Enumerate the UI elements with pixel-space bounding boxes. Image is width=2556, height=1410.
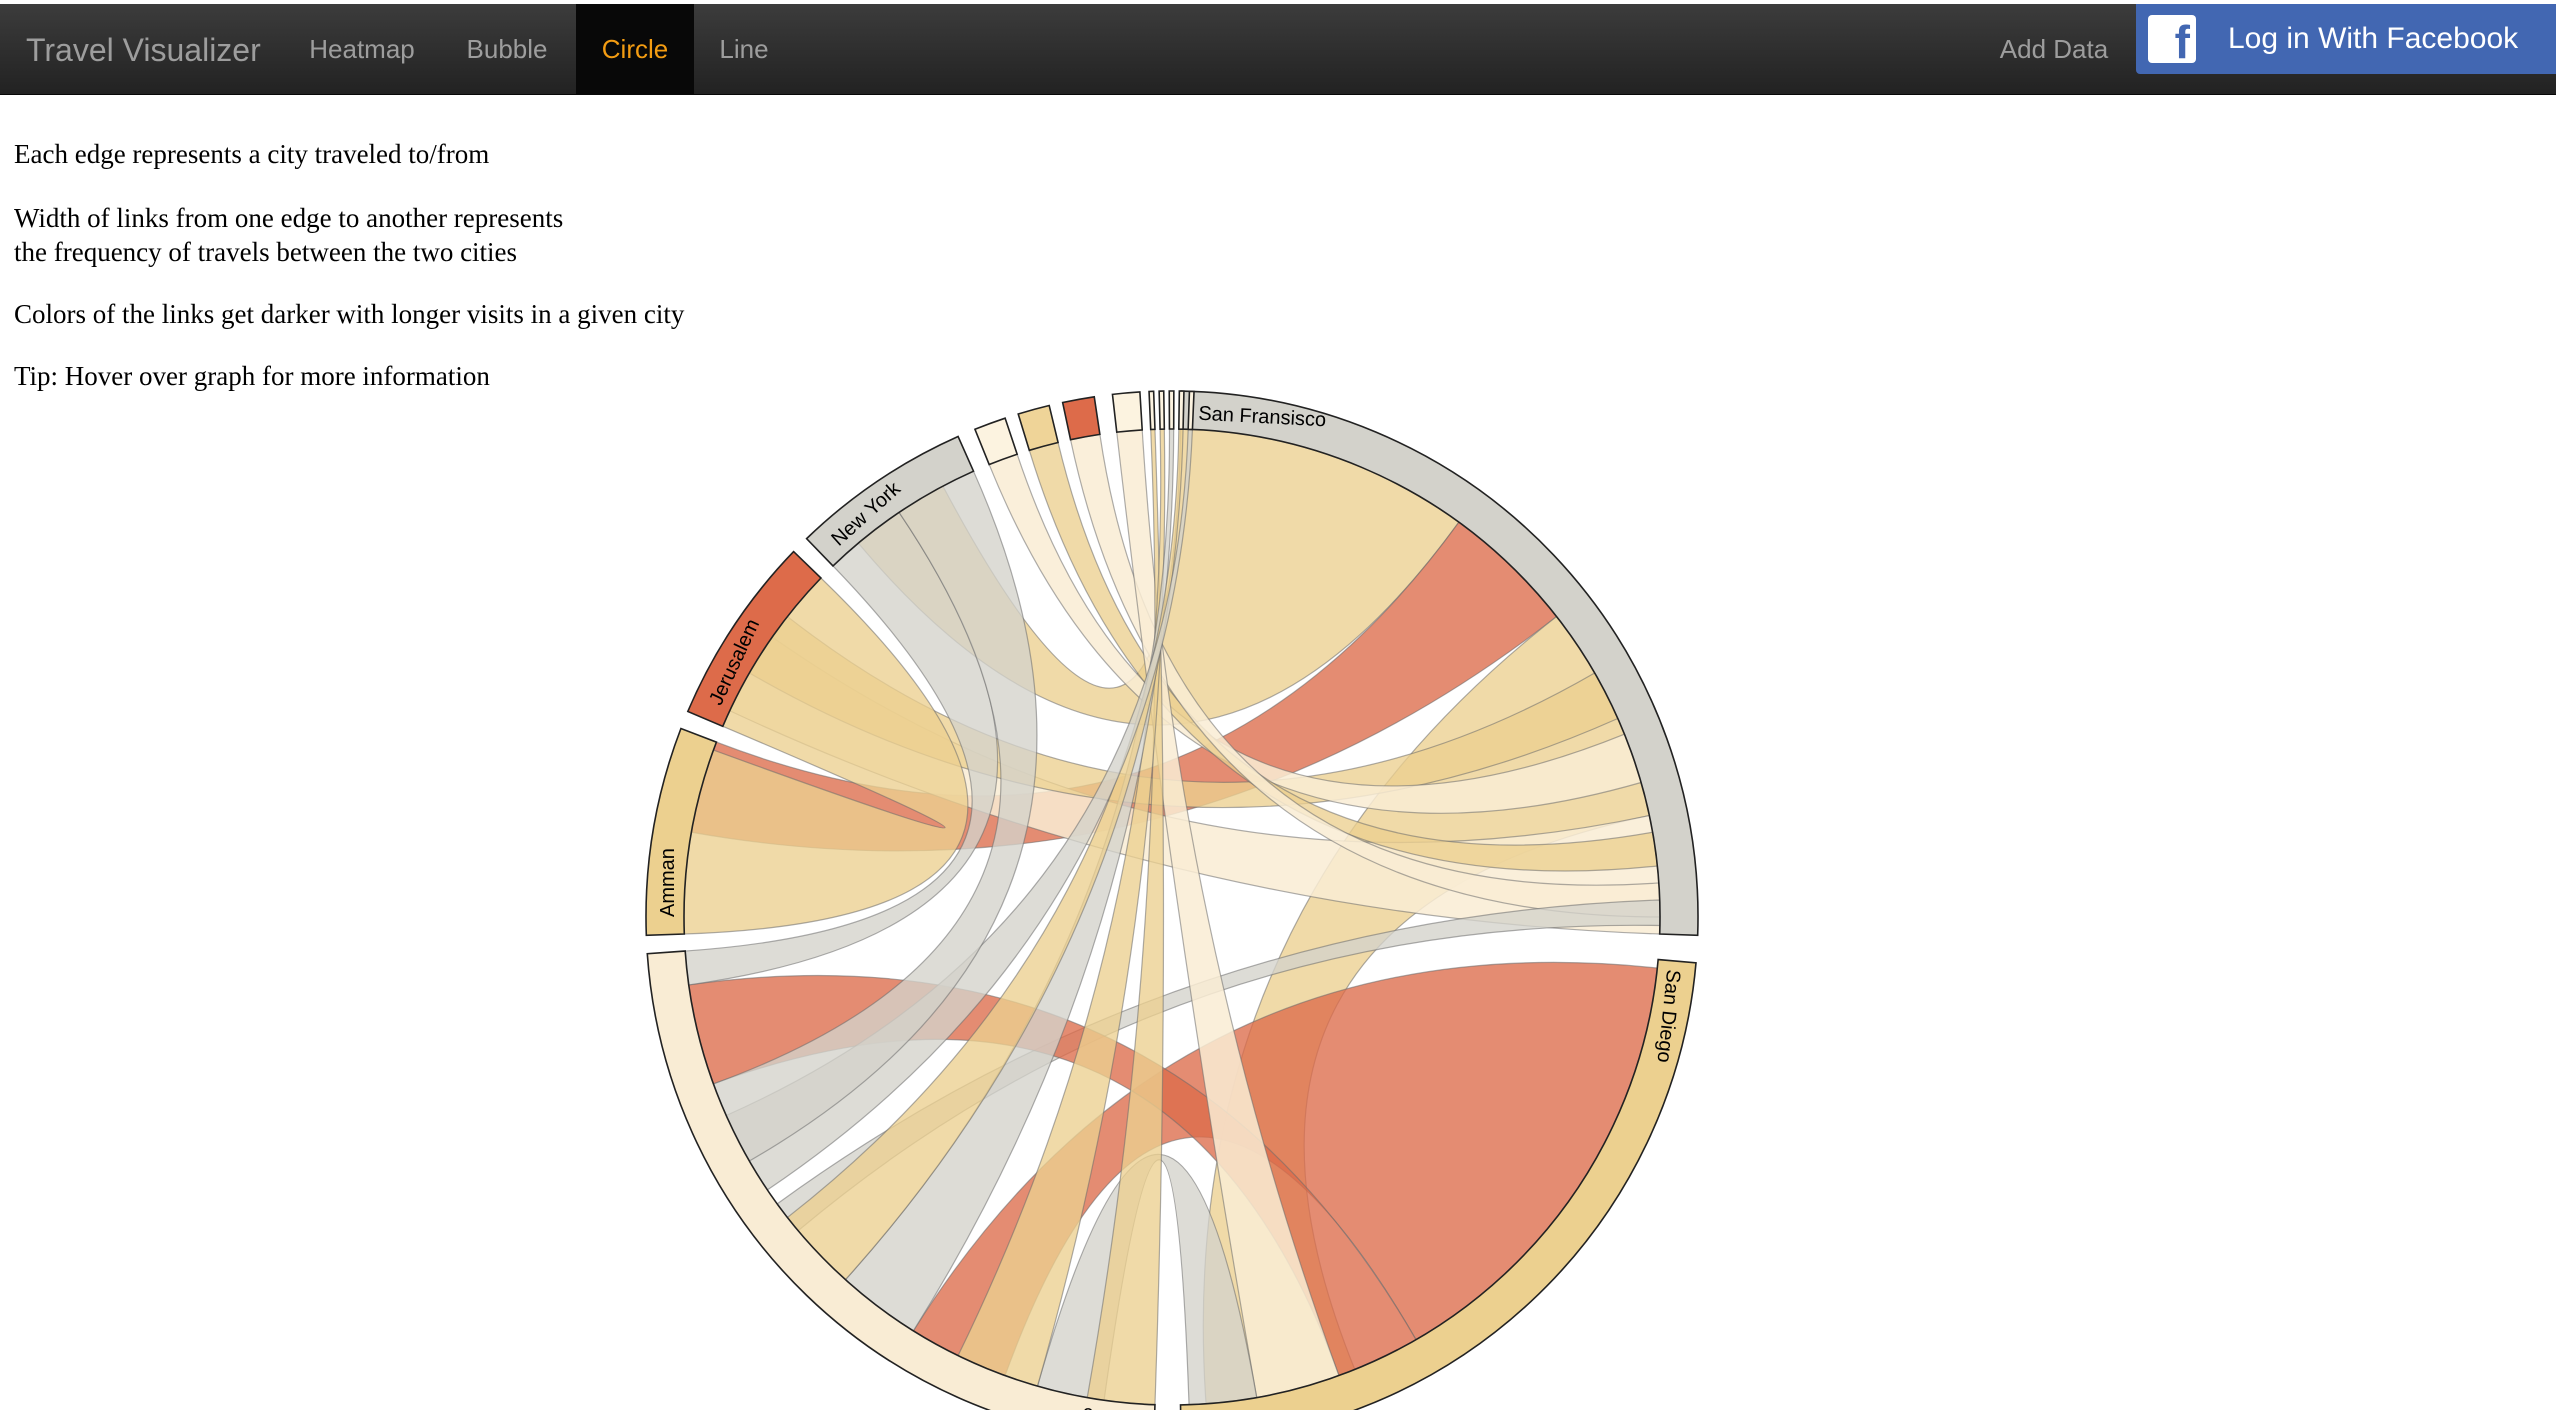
chord-group-arc[interactable] [1148,390,1156,431]
chord-ribbons [683,428,1661,1406]
chord-group-label: Amman [657,848,679,917]
chord-diagram[interactable]: San FransiscoSan DiegoLos AngelesAmmanJe… [0,0,2556,1410]
chord-group-arc[interactable] [1111,391,1144,434]
chord-group-arc[interactable] [1158,390,1166,430]
chord-group-arc[interactable] [1168,390,1175,430]
chord-group-arc[interactable] [1177,390,1185,430]
chord-group-arc[interactable] [1017,404,1060,452]
chord-group-arc[interactable] [1061,395,1101,441]
chord-group-arc[interactable] [1187,390,1195,431]
